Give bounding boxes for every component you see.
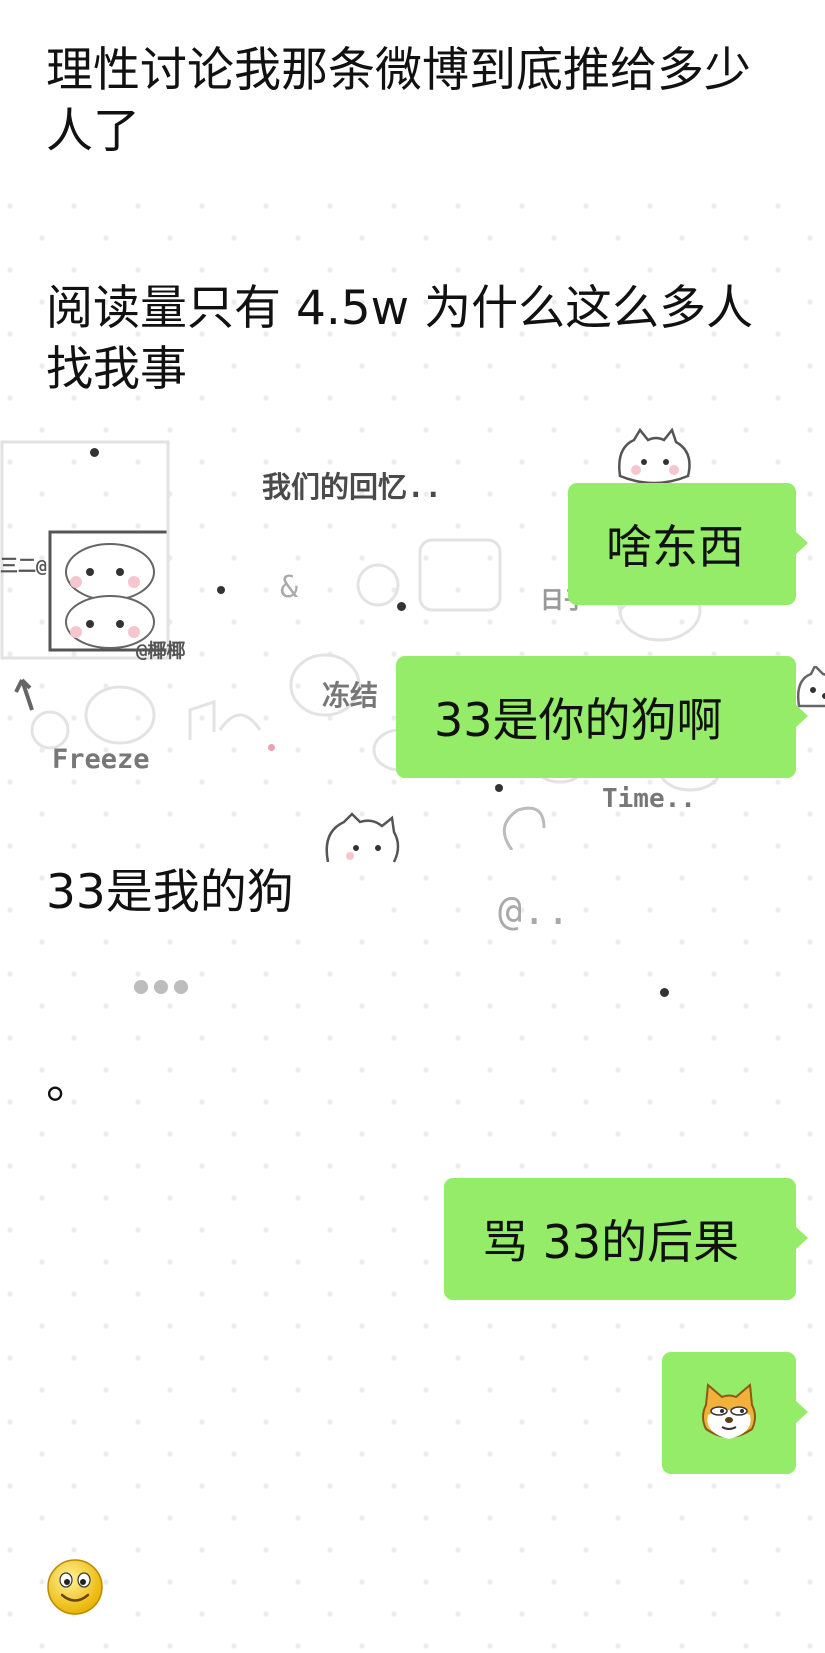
wallpaper-dot	[397, 602, 406, 611]
incoming-message[interactable]: 理性讨论我那条微博到底推给多少人了	[46, 40, 786, 162]
message-text: 骂 33的后果	[482, 1215, 740, 1269]
wallpaper-dot	[174, 980, 188, 994]
message-text: 。	[46, 1055, 93, 1110]
wallpaper-text: 我们的回忆..	[262, 470, 442, 504]
wallpaper-text: &	[280, 570, 299, 605]
incoming-message[interactable]: 33是我的狗	[46, 862, 334, 923]
wallpaper-text: Freeze	[52, 744, 150, 775]
message-text: 阅读量只有 4.5w 为什么这么多人找我事	[46, 281, 754, 397]
doge-cat-icon	[702, 1383, 756, 1439]
wallpaper-text: @..	[498, 888, 571, 934]
incoming-message[interactable]: 。	[46, 1052, 93, 1113]
outgoing-message-bubble[interactable]: 啥东西	[568, 483, 808, 605]
wallpaper-text: Time..	[602, 784, 696, 814]
outgoing-sticker-bubble[interactable]	[662, 1352, 808, 1474]
wallpaper-dot	[268, 744, 275, 751]
message-text: 33是你的狗啊	[434, 693, 723, 747]
message-text: 啥东西	[606, 520, 744, 574]
wallpaper-dot	[217, 586, 225, 594]
wallpaper-dot	[154, 980, 168, 994]
wallpaper-text: 冻结	[322, 679, 379, 712]
outgoing-message-bubble[interactable]: 骂 33的后果	[444, 1178, 808, 1300]
wallpaper-dot	[495, 784, 503, 792]
incoming-sticker[interactable]	[46, 1558, 104, 1616]
smiley-face-icon	[47, 1559, 103, 1615]
message-text: 33是我的狗	[46, 865, 294, 920]
wallpaper-dot	[90, 448, 99, 457]
incoming-message[interactable]: 阅读量只有 4.5w 为什么这么多人找我事	[46, 278, 796, 400]
outgoing-message-bubble[interactable]: 33是你的狗啊	[396, 656, 808, 778]
wallpaper-text: 三二@	[0, 556, 47, 577]
wallpaper-dot	[134, 980, 148, 994]
wallpaper-text: @椰椰	[136, 640, 186, 662]
wallpaper-dot	[660, 988, 669, 997]
message-text: 理性讨论我那条微博到底推给多少人了	[46, 43, 751, 159]
